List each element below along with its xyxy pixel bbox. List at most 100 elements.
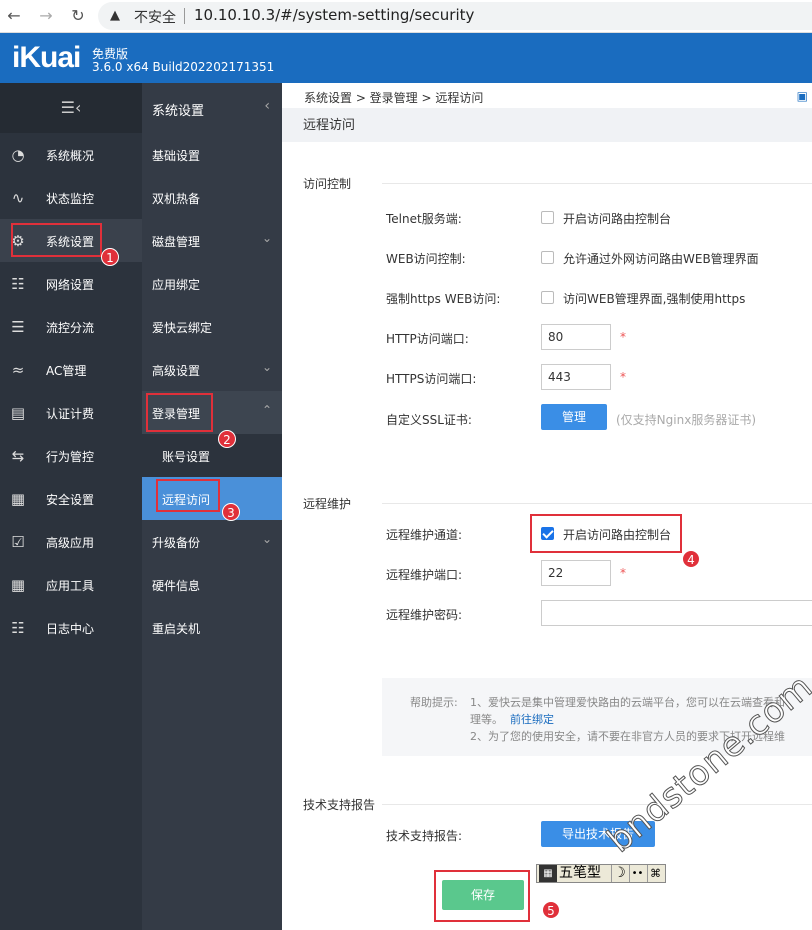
not-secure-label: 不安全: [134, 10, 176, 26]
submenu-label: 爱快云绑定: [152, 321, 213, 335]
sidebar-item-label: AC管理: [46, 364, 87, 378]
chevron-up-icon: ⌃: [261, 403, 272, 417]
sidebar-item-flow-control[interactable]: ☰ 流控分流: [0, 305, 142, 348]
telnet-option-label: 开启访问路由控制台: [563, 212, 672, 226]
annotation-box-5: [434, 870, 530, 922]
submenu-item-disk[interactable]: 磁盘管理 ⌄: [142, 219, 282, 262]
apps-icon: ▦: [10, 576, 26, 594]
submenu-label: 基础设置: [152, 149, 201, 163]
sidebar-item-auth[interactable]: ▤ 认证计费: [0, 391, 142, 434]
sidebar-item-label: 流控分流: [46, 321, 95, 335]
annotation-box-2: [146, 393, 213, 432]
reload-icon[interactable]: ↻: [68, 6, 88, 26]
page-title-bar: 远程访问: [282, 108, 812, 142]
page-title: 远程访问: [303, 118, 356, 133]
bind-link[interactable]: 前往绑定: [510, 711, 554, 727]
ssl-hint: (仅支持Nginx服务器证书): [616, 413, 756, 427]
force-https-option-label: 访问WEB管理界面,强制使用https: [563, 292, 746, 306]
wifi-icon: ≈: [11, 361, 25, 379]
main-content: 系统设置 > 登录管理 > 远程访问 ▣ 远程访问 访问控制 Telnet服务端…: [282, 83, 812, 930]
ssl-cert-label: 自定义SSL证书:: [386, 413, 472, 427]
gauge-icon: ◔: [11, 146, 25, 164]
section-remote-maintenance: 远程维护: [303, 497, 352, 511]
chevron-left-icon[interactable]: ‹: [264, 98, 270, 114]
sidebar-item-behavior[interactable]: ⇆ 行为管控: [0, 434, 142, 477]
ime-logo-icon: ▦: [539, 865, 557, 882]
divider: [382, 804, 812, 805]
web-access-option-label: 允许通过外网访问路由WEB管理界面: [563, 252, 759, 266]
main-sidebar: ☰‹ ◔ 系统概况 ∿ 状态监控 ⚙ 系统设置 ☷ 网络设置 ☰ 流控分流 ≈ …: [0, 83, 142, 930]
annotation-box-1: [11, 223, 102, 257]
web-access-checkbox[interactable]: [541, 251, 554, 264]
https-port-label: HTTPS访问端口:: [386, 372, 477, 386]
submenu-item-hardware[interactable]: 硬件信息: [142, 563, 282, 606]
submenu-label: 重启关机: [152, 622, 201, 636]
submenu-label: 账号设置: [162, 450, 211, 464]
annotation-badge-5: 5: [542, 901, 560, 919]
submenu-item-app-bind[interactable]: 应用绑定: [142, 262, 282, 305]
submenu-item-hot-standby[interactable]: 双机热备: [142, 176, 282, 219]
menu-collapse-icon[interactable]: ☰‹: [0, 83, 142, 133]
remote-password-label: 远程维护密码:: [386, 608, 463, 622]
https-port-input[interactable]: 443: [541, 364, 611, 390]
required-mark: *: [620, 370, 626, 384]
chevron-down-icon: ⌄: [261, 360, 272, 374]
remote-password-input[interactable]: [541, 600, 812, 626]
sidebar-item-label: 日志中心: [46, 622, 95, 636]
sidebar-item-tools[interactable]: ▦ 应用工具: [0, 563, 142, 606]
submenu-item-cloud-bind[interactable]: 爱快云绑定: [142, 305, 282, 348]
chevron-down-icon: ⌄: [261, 231, 272, 245]
section-tech-support: 技术支持报告: [303, 798, 376, 812]
ime-toolbar[interactable]: ▦ 五笔型 ☽ •• ⌘: [536, 864, 666, 883]
sidebar-item-monitor[interactable]: ∿ 状态监控: [0, 176, 142, 219]
network-icon: ☷: [11, 275, 25, 293]
sidebar-item-network[interactable]: ☷ 网络设置: [0, 262, 142, 305]
ssl-manage-button[interactable]: 管理: [541, 404, 607, 430]
arrow-right-icon[interactable]: →: [36, 6, 56, 26]
divider: [382, 503, 812, 504]
submenu-title: 系统设置: [152, 104, 205, 119]
sidebar-item-security[interactable]: ▦ 安全设置: [0, 477, 142, 520]
browser-toolbar: ← → ↻ ▲ 不安全 10.10.10.3/#/system-setting/…: [0, 0, 812, 33]
section-access-control: 访问控制: [303, 177, 352, 191]
sidebar-item-ac[interactable]: ≈ AC管理: [0, 348, 142, 391]
submenu-label: 应用绑定: [152, 278, 201, 292]
annotation-badge-3: 3: [222, 503, 240, 521]
annotation-box-4: [530, 514, 682, 553]
remote-port-label: 远程维护端口:: [386, 568, 463, 582]
submenu-item-basic[interactable]: 基础设置: [142, 133, 282, 176]
id-card-icon: ▤: [10, 404, 26, 422]
breadcrumb: 系统设置 > 登录管理 > 远程访问: [304, 91, 484, 105]
sidebar-item-label: 状态监控: [46, 192, 95, 206]
firewall-icon: ▦: [10, 490, 26, 508]
build-label: 3.6.0 x64 Build202202171351: [92, 60, 275, 74]
submenu-item-advanced[interactable]: 高级设置 ⌄: [142, 348, 282, 391]
telnet-label: Telnet服务端:: [386, 212, 462, 226]
keyboard-icon: ⌘: [647, 865, 663, 882]
submenu-item-reboot[interactable]: 重启关机: [142, 606, 282, 649]
submenu-item-account[interactable]: 账号设置: [142, 434, 282, 477]
chip-icon[interactable]: ▣: [797, 89, 808, 103]
submenu-label: 磁盘管理: [152, 235, 201, 249]
help-prefix: 帮助提示:: [410, 696, 458, 709]
telnet-checkbox[interactable]: [541, 211, 554, 224]
punctuation-icon: ••: [629, 865, 645, 882]
submenu-item-upgrade-backup[interactable]: 升级备份 ⌄: [142, 520, 282, 563]
force-https-checkbox[interactable]: [541, 291, 554, 304]
url-text[interactable]: 10.10.10.3/#/system-setting/security: [194, 6, 474, 24]
http-port-input[interactable]: 80: [541, 324, 611, 350]
sidebar-item-advanced[interactable]: ☑ 高级应用: [0, 520, 142, 563]
tech-report-label: 技术支持报告:: [386, 829, 463, 843]
submenu-label: 硬件信息: [152, 579, 201, 593]
annotation-box-3: [156, 479, 220, 512]
sidebar-item-label: 高级应用: [46, 536, 95, 550]
remote-port-input[interactable]: 22: [541, 560, 611, 586]
sidebar-item-overview[interactable]: ◔ 系统概况: [0, 133, 142, 176]
address-bar[interactable]: ▲ 不安全 10.10.10.3/#/system-setting/securi…: [98, 2, 812, 30]
annotation-badge-4: 4: [682, 550, 700, 568]
sidebar-item-label: 网络设置: [46, 278, 95, 292]
sidebar-item-logs[interactable]: ☷ 日志中心: [0, 606, 142, 649]
arrow-left-icon[interactable]: ←: [4, 6, 24, 26]
checklist-icon: ☑: [11, 533, 25, 551]
sidebar-item-label: 系统概况: [46, 149, 95, 163]
